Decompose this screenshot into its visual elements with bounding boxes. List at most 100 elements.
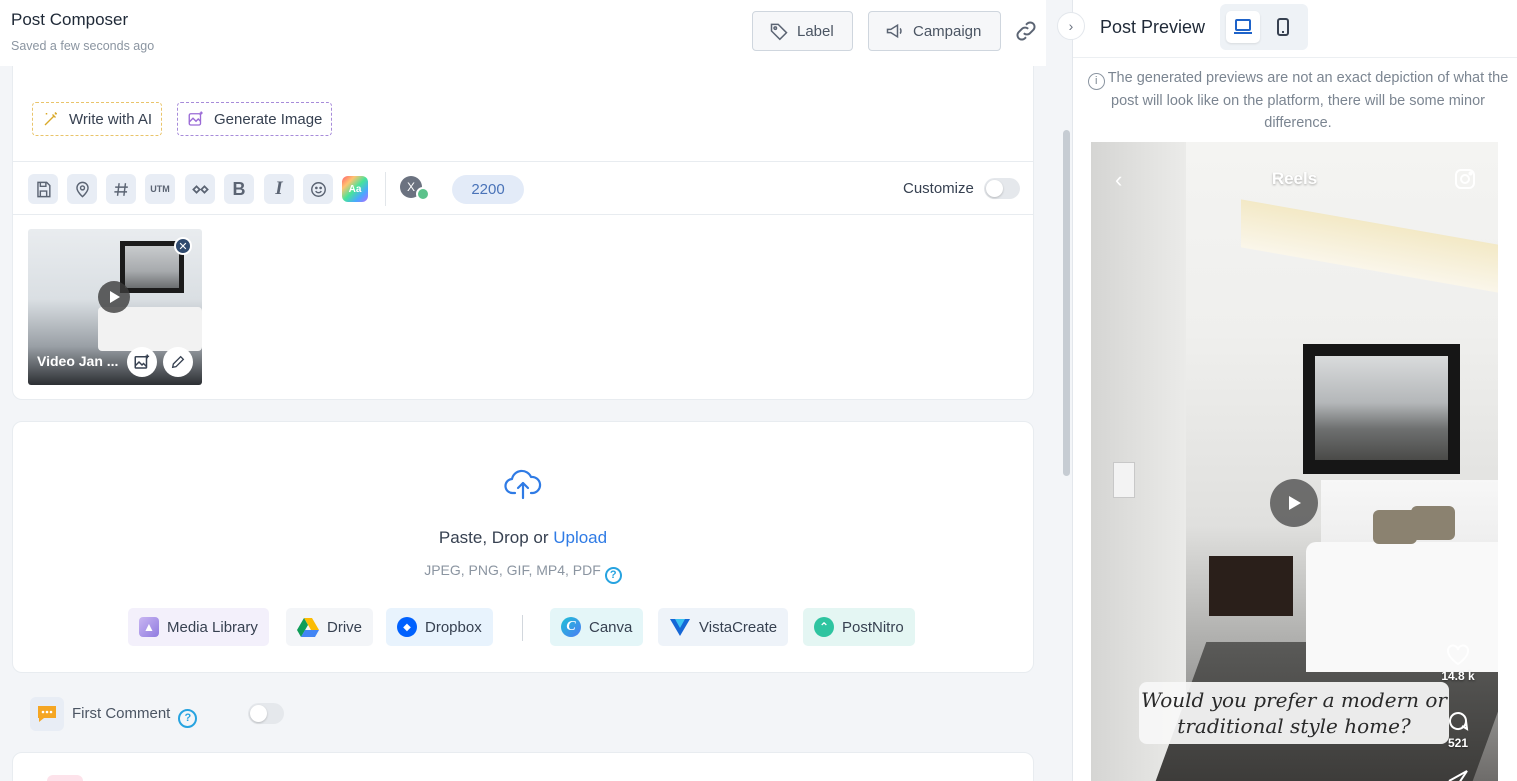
pencil-icon xyxy=(171,355,185,369)
character-counter: 2200 xyxy=(452,175,524,204)
first-comment-text: First Comment xyxy=(72,705,171,722)
scene-nightstand xyxy=(1209,556,1293,616)
preview-panel: Post Preview i The generated previews are… xyxy=(1072,0,1517,781)
media-library-label: Media Library xyxy=(167,618,258,636)
campaign-button-text: Campaign xyxy=(913,22,982,40)
postnitro-label: PostNitro xyxy=(842,618,904,636)
info-icon: i xyxy=(1087,72,1105,90)
hashtag-button[interactable] xyxy=(106,174,136,204)
postnitro-icon: ⌃ xyxy=(814,617,834,637)
scene-artwork xyxy=(1303,344,1460,474)
scene-light-switch xyxy=(1113,462,1135,498)
write-with-ai-button[interactable]: Write with AI xyxy=(32,102,163,136)
upload-types-text: JPEG, PNG, GIF, MP4, PDF xyxy=(424,562,601,578)
composer-scrollbar[interactable] xyxy=(1063,130,1070,476)
bold-icon: B xyxy=(232,178,246,199)
edit-media-button[interactable] xyxy=(163,347,193,377)
customize-toggle[interactable] xyxy=(984,178,1020,199)
laptop-icon xyxy=(1234,19,1252,34)
save-icon xyxy=(36,181,51,197)
editor-toolbar: UTM B I Aa X 2200 Customize xyxy=(13,161,1033,215)
italic-button[interactable]: I xyxy=(264,174,294,204)
save-draft-button[interactable] xyxy=(28,174,58,204)
remove-media-icon[interactable]: ✕ xyxy=(174,237,192,255)
snippets-button[interactable] xyxy=(185,174,215,204)
upload-card[interactable]: Paste, Drop or Upload JPEG, PNG, GIF, MP… xyxy=(12,421,1034,673)
megaphone-icon xyxy=(886,23,902,39)
link-icon[interactable] xyxy=(1013,18,1039,44)
video-play-icon[interactable] xyxy=(1270,479,1318,527)
toolbar-divider xyxy=(385,172,386,206)
label-button[interactable]: Label xyxy=(752,11,853,51)
image-sparkle-icon xyxy=(188,111,203,126)
first-comment-label: First Comment? xyxy=(72,705,198,728)
drive-button[interactable]: Drive xyxy=(286,608,374,646)
device-switcher xyxy=(1220,4,1308,50)
sources-divider xyxy=(522,615,523,641)
play-icon[interactable] xyxy=(98,281,130,313)
text-style-button[interactable]: Aa xyxy=(342,176,368,202)
help-icon[interactable]: ? xyxy=(604,566,622,584)
customize-label: Customize xyxy=(903,180,974,197)
canva-button[interactable]: C Canva xyxy=(550,608,644,646)
desktop-view-button[interactable] xyxy=(1226,11,1260,43)
upload-link[interactable]: Upload xyxy=(553,528,607,547)
smartphone-icon xyxy=(1277,18,1289,36)
drive-label: Drive xyxy=(327,618,363,636)
vistacreate-icon xyxy=(670,619,690,636)
scene-ceiling-light xyxy=(1241,199,1498,293)
first-comment-help-icon[interactable]: ? xyxy=(178,708,198,728)
dropbox-label: Dropbox xyxy=(425,618,482,636)
page-title: Post Composer xyxy=(11,10,129,29)
first-comment-toggle[interactable] xyxy=(248,703,284,724)
tag-icon xyxy=(770,23,788,41)
upload-prompt-text: Paste, Drop or xyxy=(438,528,554,547)
cloud-upload-icon xyxy=(504,469,542,500)
emoji-button[interactable] xyxy=(303,174,333,204)
magic-wand-icon xyxy=(44,112,57,126)
write-with-ai-label: Write with AI xyxy=(69,110,153,128)
generate-image-button[interactable]: Generate Image xyxy=(177,102,333,136)
image-add-icon xyxy=(134,354,150,369)
vistacreate-button[interactable]: VistaCreate xyxy=(658,608,789,646)
smiley-icon xyxy=(310,181,326,197)
share-action[interactable] xyxy=(1438,769,1478,781)
comment-bubble-icon xyxy=(30,697,64,731)
media-library-icon: ▲ xyxy=(139,617,159,637)
like-action[interactable]: 14.8 k xyxy=(1438,644,1478,683)
location-pin-icon xyxy=(75,181,89,198)
reels-preview: ‹ Reels 14.8 k 521 Would you prefer a mo… xyxy=(1091,142,1498,781)
generate-image-label: Generate Image xyxy=(214,110,323,128)
google-drive-icon xyxy=(297,618,319,637)
collapse-preview-button[interactable]: › xyxy=(1057,12,1085,40)
vistacreate-label: VistaCreate xyxy=(699,618,778,636)
upload-types: JPEG, PNG, GIF, MP4, PDF? xyxy=(13,562,1033,584)
infinity-icon xyxy=(191,184,209,194)
dropbox-button[interactable]: ◆ Dropbox xyxy=(386,608,493,646)
like-count: 14.8 k xyxy=(1441,669,1475,683)
set-thumbnail-button[interactable] xyxy=(127,347,157,377)
dropbox-icon: ◆ xyxy=(397,617,417,637)
send-icon xyxy=(1448,770,1468,781)
location-button[interactable] xyxy=(67,174,97,204)
scene-artwork-photo xyxy=(1315,356,1448,460)
canva-label: Canva xyxy=(589,618,633,636)
composer-header: Post Composer Saved a few seconds ago La… xyxy=(0,0,1046,66)
media-thumbnail[interactable]: ✕ Video Jan ... xyxy=(28,229,202,385)
media-name: Video Jan ... xyxy=(37,353,119,369)
campaign-button[interactable]: Campaign xyxy=(868,11,1001,51)
thumbnail-bed xyxy=(98,307,202,351)
scene-pillow xyxy=(1411,506,1455,540)
hashtag-icon xyxy=(113,182,128,196)
utm-button[interactable]: UTM xyxy=(145,174,175,204)
canva-icon: C xyxy=(561,617,581,637)
postnitro-button[interactable]: ⌃ PostNitro xyxy=(803,608,915,646)
composer-card: Write with AI Generate Image UTM B I Aa … xyxy=(12,66,1034,400)
reel-caption: Would you prefer a modern or traditional… xyxy=(1139,682,1449,744)
bold-button[interactable]: B xyxy=(224,174,254,204)
chevron-right-icon: › xyxy=(1068,18,1074,34)
media-library-button[interactable]: ▲ Media Library xyxy=(128,608,269,646)
preview-disclaimer-text: The generated previews are not an exact … xyxy=(1107,70,1509,132)
text-style-icon: Aa xyxy=(348,183,362,195)
mobile-view-button[interactable] xyxy=(1266,11,1300,43)
